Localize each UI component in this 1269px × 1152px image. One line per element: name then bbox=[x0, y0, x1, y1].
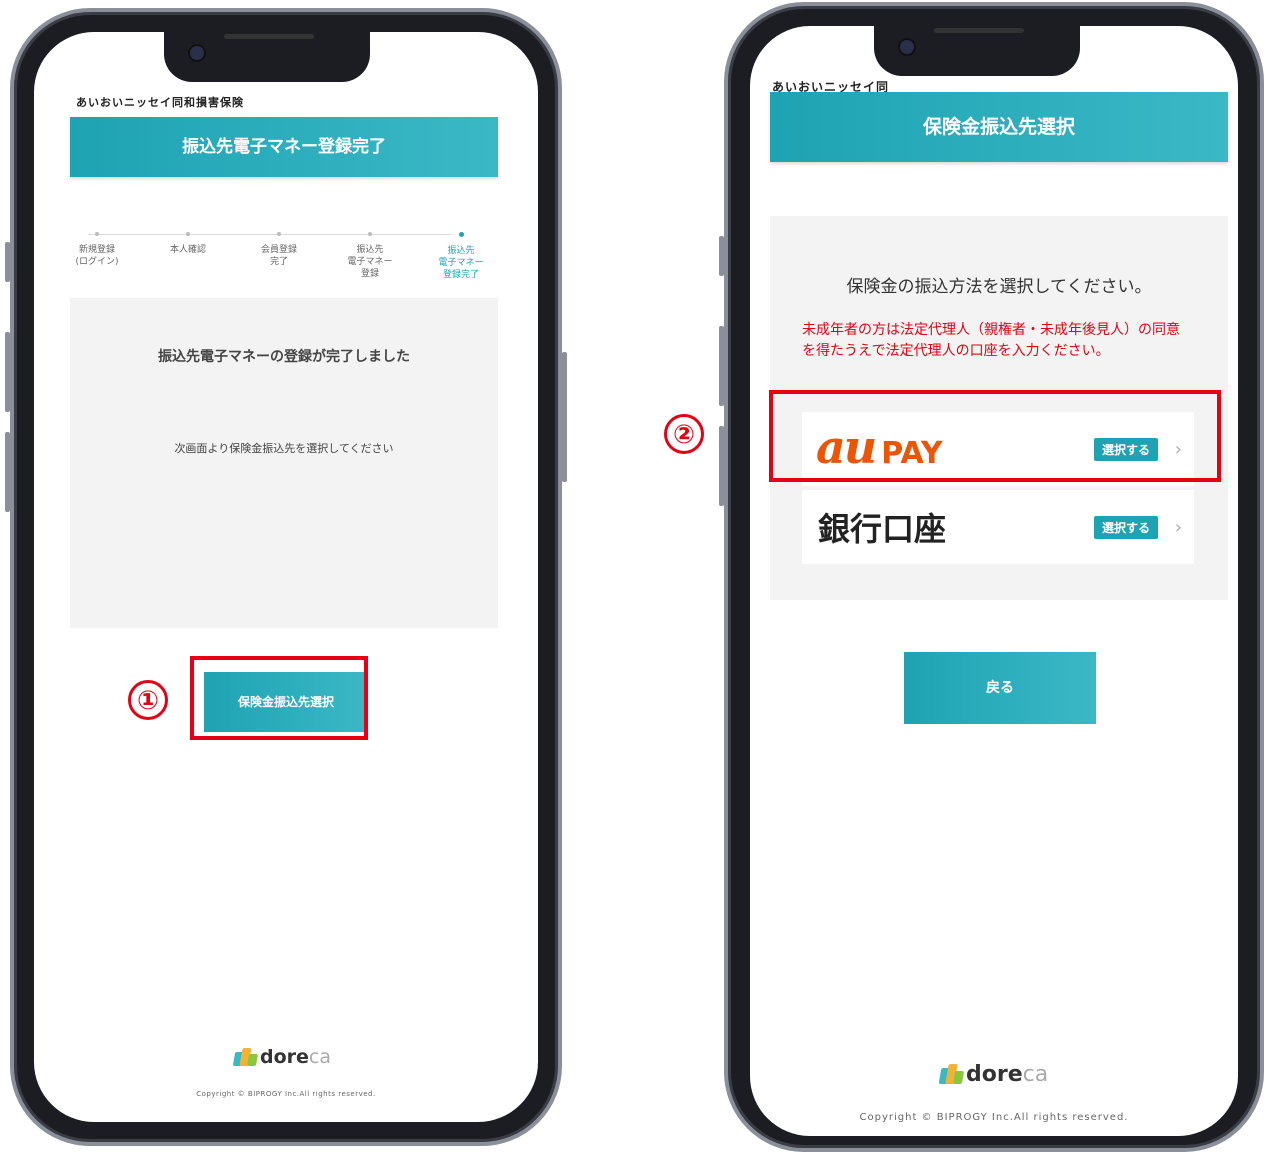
notch bbox=[164, 30, 370, 82]
side-button bbox=[719, 236, 724, 276]
step-2: 本人確認 bbox=[153, 230, 223, 256]
step-4: 振込先 電子マネー 登録 bbox=[335, 230, 405, 280]
back-button[interactable]: 戻る bbox=[904, 652, 1096, 724]
screen: あいおいニッセイ同和損害保険 振込先電子マネー登録完了 新規登録 (ログイン) … bbox=[34, 32, 538, 1122]
chevron-right-icon: › bbox=[1174, 516, 1182, 538]
doreca-logo: dore ca bbox=[938, 1062, 1049, 1087]
completion-panel: 振込先電子マネーの登録が完了しました 次画面より保険金振込先を選択してください bbox=[70, 298, 498, 628]
page-title: 振込先電子マネー登録完了 bbox=[70, 117, 498, 177]
step-dot bbox=[186, 232, 190, 236]
brand-name: あいおいニッセイ同和損害保険 bbox=[76, 96, 244, 109]
step-1: 新規登録 (ログイン) bbox=[62, 230, 132, 268]
screen: あいおいニッセイ同 保険金振込先選択 保険金の振込方法を選択してください。 未成… bbox=[750, 26, 1238, 1136]
speaker bbox=[224, 34, 314, 39]
highlight-box-1 bbox=[190, 656, 368, 740]
speaker bbox=[934, 28, 1024, 33]
bank-account-label: 銀行口座 bbox=[818, 510, 947, 548]
step-dot bbox=[95, 232, 99, 236]
side-button bbox=[5, 332, 10, 412]
logo-text: dore bbox=[966, 1062, 1023, 1087]
step-dot bbox=[277, 232, 281, 236]
phone-left: あいおいニッセイ同和損害保険 振込先電子マネー登録完了 新規登録 (ログイン) … bbox=[5, 8, 567, 1146]
minor-warning: 未成年者の方は法定代理人（親権者・未成年後見人）の同意を得たうえで法定代理人の口… bbox=[802, 322, 1180, 359]
camera-icon bbox=[188, 44, 206, 62]
step-5-current: 振込先 電子マネー 登録完了 bbox=[426, 230, 496, 281]
logo-text-light: ca bbox=[1022, 1062, 1049, 1087]
doreca-logo-icon bbox=[938, 1063, 965, 1084]
copyright: Copyright © BIPROGY Inc.All rights reser… bbox=[196, 1090, 376, 1098]
side-button bbox=[5, 242, 10, 282]
side-button bbox=[562, 352, 567, 482]
highlight-box-2 bbox=[769, 390, 1221, 482]
step-label: 振込先 電子マネー 登録完了 bbox=[438, 246, 484, 281]
step-label: 会員登録 完了 bbox=[260, 245, 297, 268]
notch bbox=[874, 24, 1080, 76]
step-label: 本人確認 bbox=[169, 245, 206, 255]
side-button bbox=[5, 432, 10, 512]
step-label: 新規登録 (ログイン) bbox=[75, 245, 119, 268]
camera-icon bbox=[898, 38, 916, 56]
next-step-message: 次画面より保険金振込先を選択してください bbox=[174, 442, 394, 455]
option-bank-account[interactable]: 銀行口座 選択する › bbox=[802, 490, 1194, 564]
annotation-1: ① bbox=[128, 680, 168, 720]
step-3: 会員登録 完了 bbox=[244, 230, 314, 268]
logo-text-light: ca bbox=[308, 1046, 332, 1068]
side-button bbox=[719, 326, 724, 406]
selection-prompt: 保険金の振込方法を選択してください。 bbox=[846, 277, 1152, 297]
phone-right: あいおいニッセイ同 保険金振込先選択 保険金の振込方法を選択してください。 未成… bbox=[719, 2, 1264, 1152]
annotation-2: ② bbox=[664, 414, 704, 454]
logo-text: dore bbox=[260, 1046, 309, 1068]
select-badge: 選択する bbox=[1093, 515, 1158, 539]
step-dot bbox=[458, 232, 464, 237]
copyright: Copyright © BIPROGY Inc.All rights reser… bbox=[859, 1112, 1129, 1123]
side-button bbox=[719, 426, 724, 506]
step-dot bbox=[368, 232, 372, 236]
doreca-logo-icon bbox=[232, 1048, 259, 1066]
page-title: 保険金振込先選択 bbox=[770, 92, 1228, 162]
step-label: 振込先 電子マネー 登録 bbox=[347, 245, 393, 280]
completion-message: 振込先電子マネーの登録が完了しました bbox=[158, 349, 410, 365]
doreca-logo: dore ca bbox=[232, 1046, 332, 1068]
